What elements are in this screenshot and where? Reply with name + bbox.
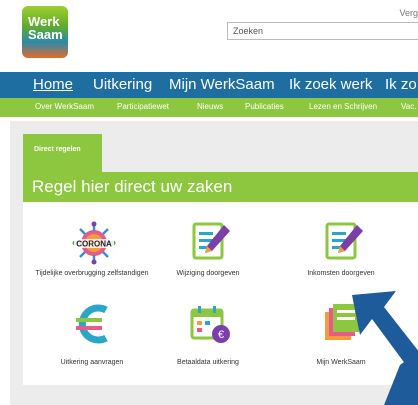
euro-icon	[76, 304, 108, 344]
tile-label: Uitkering aanvragen	[60, 359, 124, 366]
subnav-item-publicaties[interactable]: Publicaties	[245, 102, 284, 111]
search-input[interactable]: Zoeken	[227, 22, 418, 40]
tile-label: Tijdelijke overbrugging zelfstandigen	[35, 270, 149, 277]
subnav-item-over-werksaam[interactable]: Over WerkSaam	[35, 102, 94, 111]
document-pencil-icon	[325, 222, 363, 260]
tab-direct-regelen[interactable]: Direct regelen	[23, 134, 102, 172]
sub-nav: Over WerkSaam Participatiewet Nieuws Pub…	[0, 98, 418, 117]
subnav-item-nieuws[interactable]: Nieuws	[197, 102, 223, 111]
tile-inkomsten-doorgeven[interactable]: Inkomsten doorgeven	[281, 213, 401, 293]
werksaam-logo[interactable]: Werk Saam	[22, 6, 68, 58]
pointer-arrow-icon	[352, 291, 418, 405]
nav-item-uitkering[interactable]: Uitkering	[93, 76, 152, 93]
nav-item-ik-zoek-werk[interactable]: Ik zoek werk	[289, 76, 372, 93]
main-nav: Home Uitkering Mijn WerkSaam Ik zoek wer…	[0, 72, 418, 98]
corona-virus-icon: CORONA	[72, 221, 116, 265]
nav-item-home[interactable]: Home	[33, 76, 73, 93]
tile-label: Betaaldata uitkering	[177, 359, 239, 366]
document-pencil-icon	[192, 222, 230, 260]
tile-label: Wijziging doorgeven	[176, 270, 240, 277]
tile-wijziging-doorgeven[interactable]: Wijziging doorgeven	[148, 213, 268, 293]
top-bar: Werk Saam Verg Zoeken	[0, 0, 418, 72]
tile-betaaldata-uitkering[interactable]: € Betaaldata uitkering	[148, 300, 268, 380]
top-right-link[interactable]: Verg	[399, 8, 418, 18]
corona-icon-text: CORONA	[76, 240, 112, 249]
panel-title: Regel hier direct uw zaken	[32, 177, 233, 196]
panel-header: Regel hier direct uw zaken	[23, 172, 418, 202]
tab-label: Direct regelen	[34, 146, 81, 153]
tile-tijdelijke-overbrugging[interactable]: CORONA Tijdelijke overbrugging zelfstand…	[32, 213, 152, 293]
nav-item-ik-zo[interactable]: Ik zo	[385, 76, 417, 93]
subnav-item-vac[interactable]: Vac.	[401, 102, 416, 111]
subnav-item-lezen-en-schrijven[interactable]: Lezen en Schrijven	[309, 102, 377, 111]
tile-label: Inkomsten doorgeven	[307, 270, 375, 277]
logo-text-line2: Saam	[28, 27, 63, 42]
subnav-item-participatiewet[interactable]: Participatiewet	[117, 102, 169, 111]
calendar-euro-icon: €	[190, 306, 230, 343]
nav-item-mijn-werksaam[interactable]: Mijn WerkSaam	[169, 76, 275, 93]
svg-text:€: €	[218, 329, 224, 341]
tile-uitkering-aanvragen[interactable]: Uitkering aanvragen	[32, 300, 152, 380]
